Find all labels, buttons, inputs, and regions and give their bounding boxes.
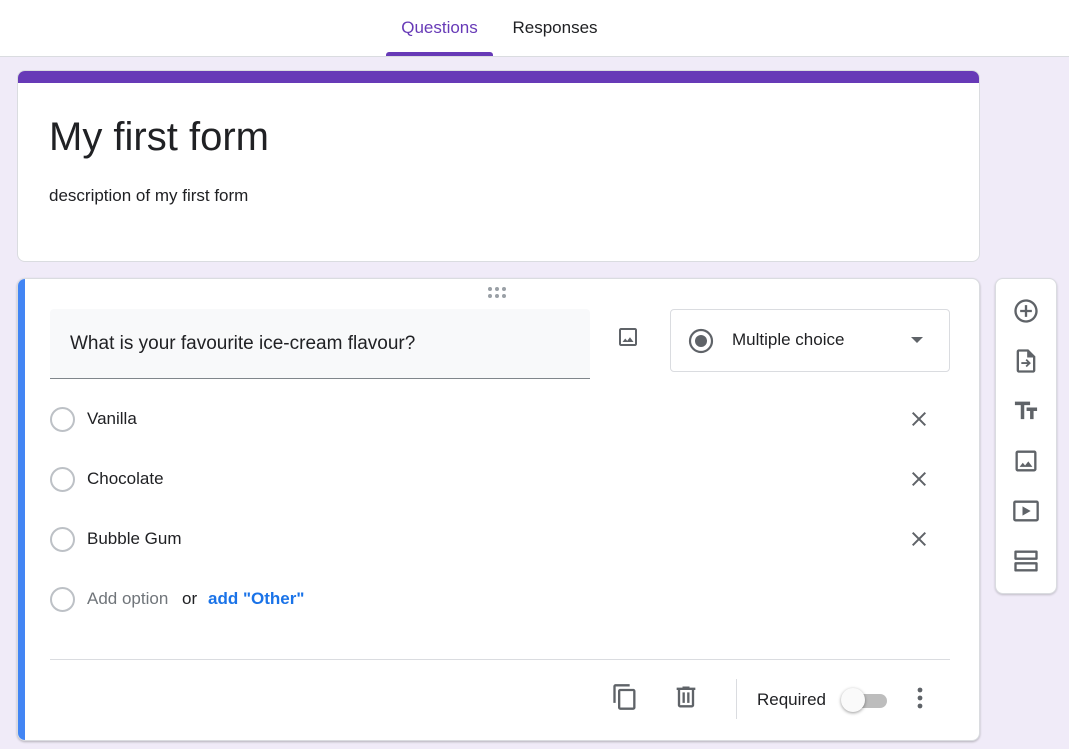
import-questions-icon[interactable] [1011,346,1041,376]
question-type-dropdown[interactable]: Multiple choice [670,309,950,372]
option-radio [50,407,75,432]
title-text-icon[interactable] [1011,396,1041,426]
required-label: Required [757,690,826,709]
radio-checked-icon [688,328,714,354]
toggle-knob [841,688,865,712]
close-icon[interactable] [907,527,931,551]
question-card[interactable]: What is your favourite ice-cream flavour… [17,278,980,741]
or-text: or [182,589,198,608]
option-radio [50,527,75,552]
add-other-link[interactable]: add "Other" [208,589,304,609]
copy-icon[interactable] [611,683,639,711]
question-title-input[interactable]: What is your favourite ice-cream flavour… [50,309,590,379]
add-circle-icon[interactable] [1011,296,1041,326]
chevron-down-icon [911,337,923,343]
option-radio [50,467,75,492]
image-icon[interactable] [1011,446,1041,476]
option-label[interactable]: Vanilla [87,409,137,429]
image-icon[interactable] [614,323,642,351]
option-row: Bubble Gum [50,519,950,559]
tab-questions[interactable]: Questions [386,0,493,56]
add-option-row: Add option or add "Other" [50,579,950,619]
option-row: Vanilla [50,399,950,439]
trash-icon[interactable] [672,683,700,711]
floating-toolbar [995,278,1057,594]
footer-divider [50,659,950,660]
form-title[interactable]: My first form [49,115,269,160]
close-icon[interactable] [907,407,931,431]
footer-separator [736,679,737,719]
option-row: Chocolate [50,459,950,499]
section-icon[interactable] [1011,546,1041,576]
option-label[interactable]: Chocolate [87,469,164,489]
form-header-accent [18,71,979,83]
active-question-indicator [18,279,25,740]
more-vert-icon[interactable] [910,685,930,711]
tab-responses[interactable]: Responses [500,0,610,56]
close-icon[interactable] [907,467,931,491]
drag-handle-icon[interactable] [488,287,510,301]
option-label[interactable]: Bubble Gum [87,529,182,549]
form-header-card: My first form description of my first fo… [17,70,980,262]
option-radio [50,587,75,612]
active-tab-indicator [386,52,493,56]
form-description[interactable]: description of my first form [49,186,248,206]
required-toggle[interactable] [841,687,891,713]
top-tab-bar: Questions Responses [0,0,1069,57]
question-type-label: Multiple choice [732,330,845,349]
video-icon[interactable] [1011,496,1041,526]
add-option-input[interactable]: Add option [87,589,168,609]
